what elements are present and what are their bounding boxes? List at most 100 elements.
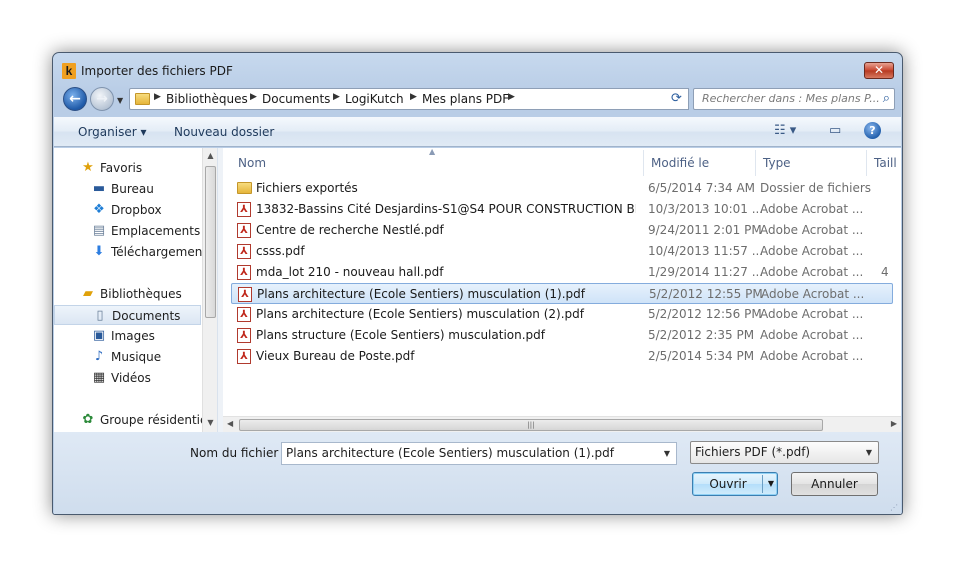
file-modified-date: 9/24/2011 2:01 PM xyxy=(648,223,762,237)
content-area: ★ Favoris ▬ Bureau ❖ Dropbox ▤ Emplaceme… xyxy=(54,148,901,432)
recent-pages-chevron-icon[interactable]: ▼ xyxy=(117,96,123,105)
breadcrumb-arrow-icon[interactable]: ▶ xyxy=(410,92,417,102)
breadcrumb-logikutch[interactable]: LogiKutch xyxy=(345,92,404,106)
file-row[interactable]: ⅄ Plans architecture (Ecole Sentiers) mus… xyxy=(231,304,893,325)
file-row[interactable]: ⅄ Centre de recherche Nestlé.pdf 9/24/2011… xyxy=(231,220,893,241)
resize-grip-icon[interactable]: ⋰ xyxy=(890,503,898,512)
breadcrumb-arrow-icon[interactable]: ▶ xyxy=(250,92,257,102)
app-logo-icon: k xyxy=(62,63,76,79)
music-icon: ♪ xyxy=(94,349,104,364)
file-modified-date: 5/2/2012 12:56 PM xyxy=(648,307,762,321)
sidebar-item-telechargements[interactable]: ⬇ Téléchargements xyxy=(54,242,202,262)
file-type: Adobe Acrobat ... xyxy=(760,307,864,321)
refresh-button[interactable]: ⟳ xyxy=(665,88,689,110)
scroll-left-icon[interactable]: ◀ xyxy=(227,419,233,428)
folder-icon xyxy=(135,92,150,105)
column-header-name[interactable]: Nom xyxy=(238,156,266,170)
close-button[interactable]: ✕ xyxy=(864,62,894,79)
sidebar-item-emplacements-recents[interactable]: ▤ Emplacements r xyxy=(54,221,202,241)
filename-dropdown-icon[interactable]: ▼ xyxy=(664,443,670,464)
scroll-down-icon[interactable]: ▼ xyxy=(203,418,218,427)
filename-input[interactable]: Plans architecture (Ecole Sentiers) musc… xyxy=(281,442,677,465)
scrollbar-thumb[interactable] xyxy=(205,166,216,318)
cancel-button[interactable]: Annuler xyxy=(791,472,878,496)
command-toolbar: Organiser ▾ Nouveau dossier ☷ ▾ ▭ ? xyxy=(54,117,901,147)
sidebar-item-videos[interactable]: ▦ Vidéos xyxy=(54,368,201,388)
file-name: mda_lot 210 - nouveau hall.pdf xyxy=(256,265,444,279)
column-header-type[interactable]: Type xyxy=(763,156,791,170)
file-modified-date: 6/5/2014 7:34 AM xyxy=(648,181,756,195)
desktop-icon: ▬ xyxy=(92,181,106,196)
open-options-dropdown-icon[interactable]: ▼ xyxy=(768,473,774,495)
column-divider[interactable] xyxy=(643,150,644,176)
address-bar[interactable]: ▶ Bibliothèques ▶ Documents ▶ LogiKutch … xyxy=(129,88,687,110)
homegroup-icon: ✿ xyxy=(82,412,94,427)
scroll-up-icon[interactable]: ▲ xyxy=(203,151,218,160)
sidebar-item-bureau[interactable]: ▬ Bureau xyxy=(54,179,201,199)
title-bar: k Importer des fichiers PDF ✕ xyxy=(53,53,902,85)
file-name: 13832-Bassins Cité Desjardins-S1@S4 POUR… xyxy=(256,202,636,216)
filename-label: Nom du fichier : xyxy=(190,446,287,460)
sidebar-item-dropbox[interactable]: ❖ Dropbox xyxy=(54,200,201,220)
breadcrumb-arrow-icon[interactable]: ▶ xyxy=(508,92,515,102)
file-row[interactable]: ⅄ 13832-Bassins Cité Desjardins-S1@S4 POU… xyxy=(231,199,893,220)
breadcrumb-arrow-icon[interactable]: ▶ xyxy=(333,92,340,102)
file-row[interactable]: ⅄ Plans architecture (Ecole Sentiers) mus… xyxy=(231,283,893,304)
sidebar-item-groupe-residentiel[interactable]: ✿ Groupe résidentiel xyxy=(54,410,202,430)
file-modified-date: 10/3/2013 10:01 ... xyxy=(648,202,764,216)
sidebar-scrollbar[interactable]: ▲ ▼ xyxy=(202,148,217,432)
organize-menu-button[interactable]: Organiser ▾ xyxy=(78,125,146,139)
breadcrumb-arrow-icon[interactable]: ▶ xyxy=(154,92,161,102)
back-button[interactable]: ← xyxy=(63,87,87,111)
pdf-file-icon: ⅄ xyxy=(237,223,251,238)
file-modified-date: 10/4/2013 11:57 ... xyxy=(648,244,764,258)
sidebar-item-documents[interactable]: ▯ Documents xyxy=(54,305,201,325)
scroll-right-icon[interactable]: ▶ xyxy=(891,419,897,428)
file-type-filter-select[interactable]: Fichiers PDF (*.pdf) ▼ xyxy=(690,441,879,464)
preview-pane-icon[interactable]: ▭ xyxy=(829,123,841,138)
hscrollbar-thumb[interactable]: ||| xyxy=(239,419,823,431)
file-name: csss.pdf xyxy=(256,244,305,258)
breadcrumb-documents[interactable]: Documents xyxy=(262,92,330,106)
file-modified-date: 2/5/2014 5:34 PM xyxy=(648,349,755,363)
forward-button[interactable]: → xyxy=(90,87,114,111)
column-header-modified[interactable]: Modifié le xyxy=(651,156,709,170)
libraries-icon: ▰ xyxy=(83,286,93,301)
breadcrumb-mes-plans-pdf[interactable]: Mes plans PDF xyxy=(422,92,509,106)
new-folder-button[interactable]: Nouveau dossier xyxy=(174,125,274,139)
pdf-file-icon: ⅄ xyxy=(237,265,251,280)
file-size: 4 xyxy=(881,265,889,279)
breadcrumb-bibliotheques[interactable]: Bibliothèques xyxy=(166,92,248,106)
file-row[interactable]: ⅄ csss.pdf 10/4/2013 11:57 ... Adobe Acroba… xyxy=(231,241,893,262)
search-input[interactable]: Rechercher dans : Mes plans P... ⌕ xyxy=(693,88,895,110)
folder-row[interactable]: Fichiers exportés 6/5/2014 7:34 AM Dossier… xyxy=(231,178,893,199)
sidebar-item-favoris[interactable]: ★ Favoris xyxy=(54,158,201,178)
view-options-icon[interactable]: ☷ ▾ xyxy=(774,123,796,138)
column-divider[interactable] xyxy=(755,150,756,176)
file-row[interactable]: ⅄ Plans structure (Ecole Sentiers) muscul… xyxy=(231,325,893,346)
file-row[interactable]: ⅄ Vieux Bureau de Poste.pdf 2/5/2014 5:34 … xyxy=(231,346,893,367)
sidebar-item-label: Vidéos xyxy=(111,371,151,385)
documents-icon: ▯ xyxy=(96,308,104,323)
filter-dropdown-icon[interactable]: ▼ xyxy=(866,442,872,463)
videos-icon: ▦ xyxy=(92,370,106,385)
file-name: Fichiers exportés xyxy=(256,181,358,195)
column-divider[interactable] xyxy=(866,150,867,176)
file-type: Dossier de fichiers xyxy=(760,181,872,195)
sidebar-item-bibliotheques[interactable]: ▰ Bibliothèques xyxy=(54,284,201,304)
help-icon[interactable]: ? xyxy=(864,122,881,139)
sidebar-item-images[interactable]: ▣ Images xyxy=(54,326,201,346)
file-row[interactable]: ⅄ mda_lot 210 - nouveau hall.pdf 1/29/2014… xyxy=(231,262,893,283)
column-header-size[interactable]: Taill xyxy=(874,156,897,170)
open-button[interactable]: Ouvrir ▼ xyxy=(692,472,778,496)
file-name: Plans structure (Ecole Sentiers) muscula… xyxy=(256,328,546,342)
navigation-bar: ← → ▼ ▶ Bibliothèques ▶ Documents ▶ Logi… xyxy=(61,87,895,113)
file-type-filter-value: Fichiers PDF (*.pdf) xyxy=(695,445,811,459)
search-icon[interactable]: ⌕ xyxy=(883,89,890,109)
sidebar-item-label: Groupe résidentiel xyxy=(100,413,202,427)
file-list-hscrollbar[interactable]: ◀ ||| ▶ xyxy=(223,416,901,432)
pdf-file-icon: ⅄ xyxy=(237,307,251,322)
import-pdf-dialog: k Importer des fichiers PDF ✕ ← → ▼ ▶ Bi… xyxy=(52,52,903,515)
sidebar-item-musique[interactable]: ♪ Musique xyxy=(54,347,201,367)
recent-places-icon: ▤ xyxy=(92,223,106,238)
